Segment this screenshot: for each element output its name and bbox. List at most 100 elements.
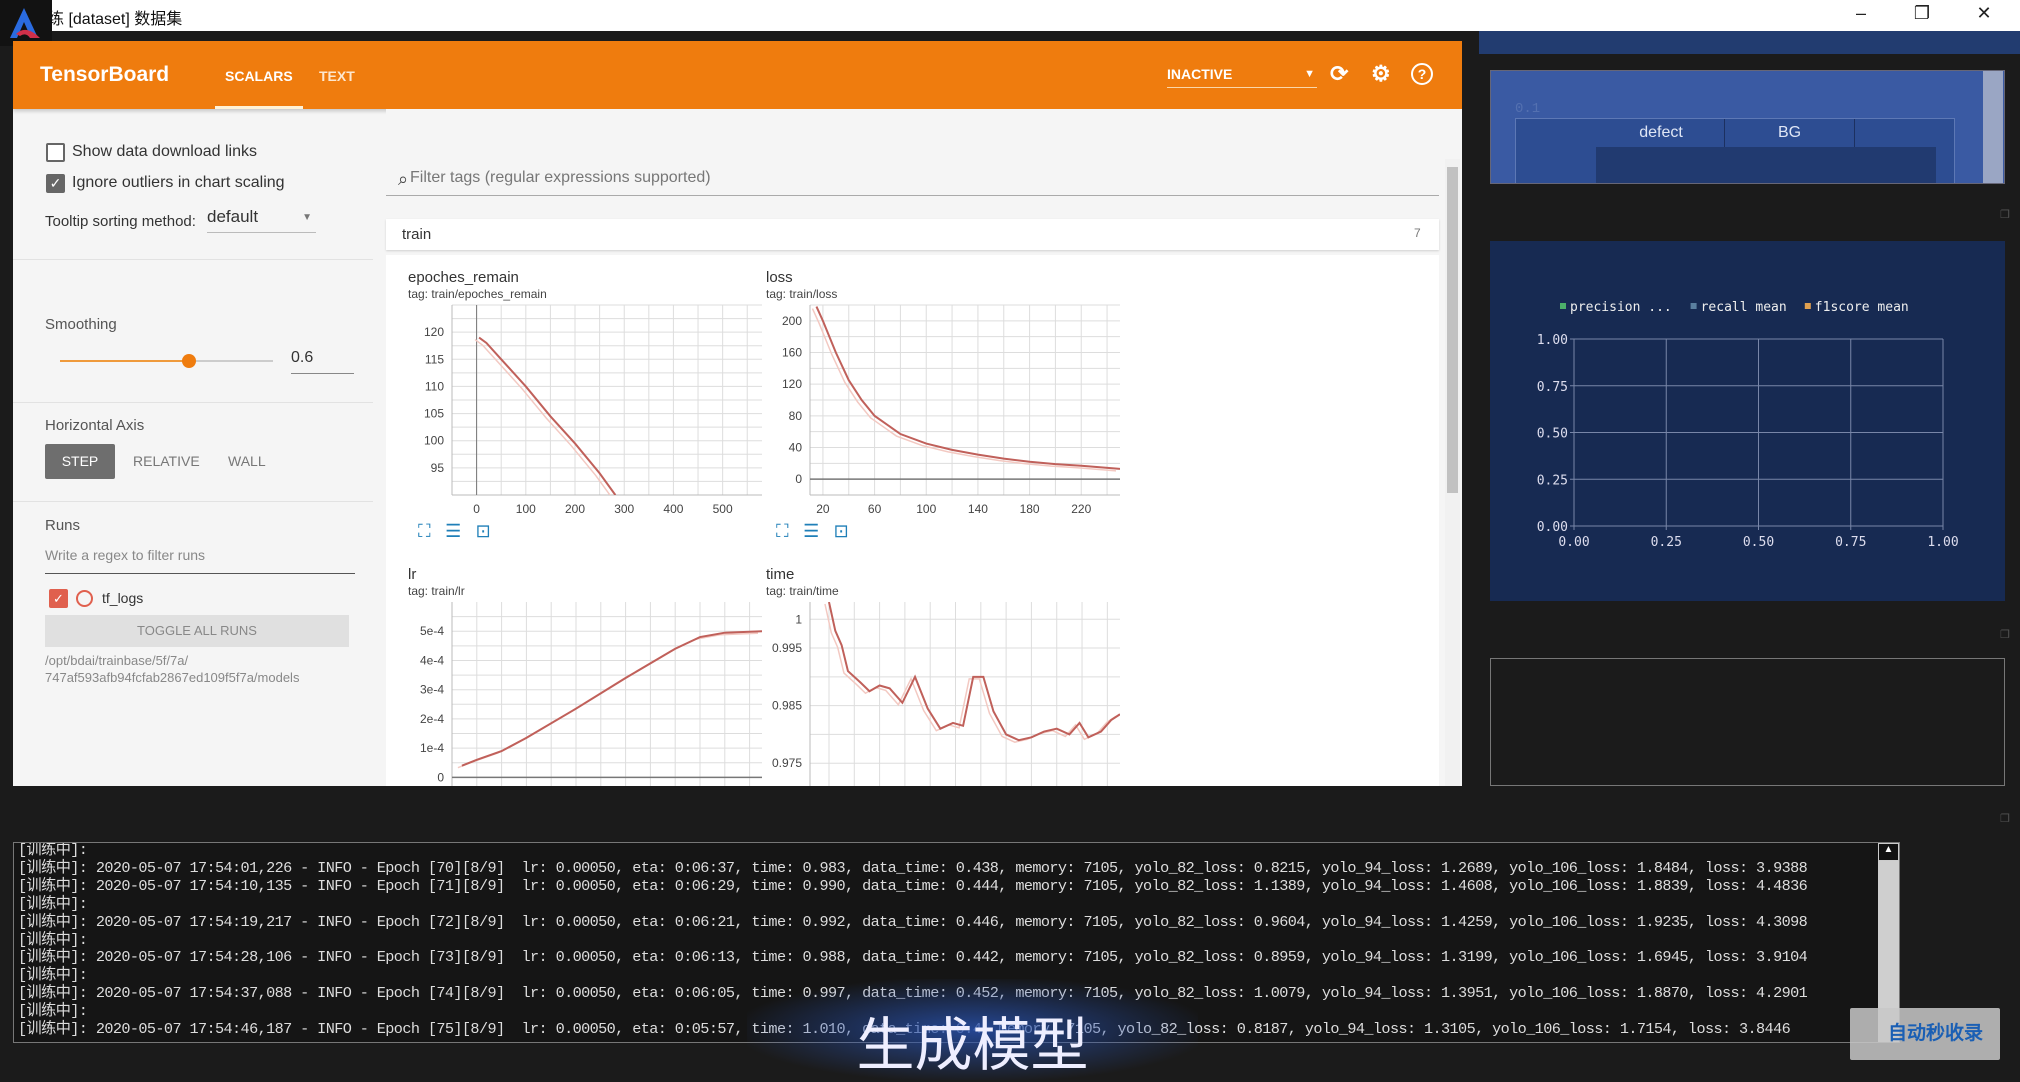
gear-icon[interactable]: ⚙ [1371, 61, 1391, 87]
x-tick-label: 0.25 [1651, 535, 1682, 550]
divider [13, 402, 373, 403]
log-line: [训练中]: 2020-05-07 17:54:28,106 - INFO - … [18, 948, 1808, 967]
smoothing-slider[interactable] [60, 354, 273, 368]
restore-button[interactable]: ❐ [1907, 3, 1937, 24]
app-logo [0, 0, 52, 46]
raw-series-line [811, 308, 1117, 472]
scrollbar[interactable] [1983, 71, 2003, 183]
toggle-all-runs-button[interactable]: TOGGLE ALL RUNS [45, 615, 349, 647]
axis-wall-button[interactable]: WALL [228, 444, 266, 479]
run-checkbox[interactable]: ✓ [49, 589, 68, 608]
window-title-bar: 练 [dataset] 数据集 – ❐ ✕ [0, 0, 2020, 31]
y-tick-label: 0.75 [1537, 380, 1568, 395]
y-tick-label: 2e-4 [420, 712, 444, 726]
help-icon[interactable]: ? [1411, 63, 1433, 85]
close-button[interactable]: ✕ [1969, 3, 1999, 24]
refresh-icon[interactable]: ⟳ [1330, 61, 1348, 87]
x-tick-label: 0.50 [1743, 535, 1774, 550]
line-chart: 0 100 200 300 400 500 95 100 105 110 115 120 [424, 304, 762, 516]
raw-series-line [457, 632, 759, 769]
tab-text[interactable]: TEXT [319, 68, 355, 84]
legend-entry: precision ... [1570, 300, 1672, 315]
select-value: default [207, 207, 259, 226]
y-tick-label: 4e-4 [420, 653, 444, 667]
restore-panel-icon[interactable]: ❐ [2000, 812, 2010, 825]
legend-swatch [1560, 303, 1566, 309]
x-tick-label: 60 [868, 502, 882, 516]
run-color-radio[interactable] [76, 590, 93, 607]
legend-entry: recall mean [1701, 300, 1787, 315]
chevron-down-icon: ▼ [302, 212, 312, 223]
series-line [815, 306, 1120, 470]
y-tick-label: 0.00 [1537, 520, 1568, 535]
tab-scalars[interactable]: SCALARS [225, 68, 293, 84]
x-tick-label: 300 [614, 502, 634, 516]
fullscreen-icon[interactable]: ⛶ [418, 521, 431, 541]
x-tick-label: 180 [1020, 502, 1040, 516]
divider [13, 501, 373, 502]
tag-filter-input[interactable]: Filter tags (regular expressions support… [410, 169, 1430, 193]
slider-thumb[interactable] [182, 354, 196, 368]
y-tick-label: 1.00 [1537, 333, 1568, 348]
minimize-button[interactable]: – [1846, 3, 1876, 24]
sidebar: Show data download links ✓ Ignore outlie… [13, 109, 386, 786]
metrics-chart-panel: 0.00 0.25 0.50 0.75 1.00 0.00 0.25 0.50 0.75 1.00… [1490, 241, 2005, 601]
ignore-outliers-label: Ignore outliers in chart scaling [72, 174, 285, 191]
data-table-icon[interactable]: ☰ [445, 521, 461, 541]
window-title: 练 [dataset] 数据集 [48, 11, 183, 28]
placeholder: Write a regex to filter runs [45, 547, 206, 563]
y-tick-label: 160 [782, 346, 802, 360]
ignore-outliers-checkbox[interactable]: ✓ [46, 174, 65, 193]
watermark-logo: 自动秒收录 [1850, 1008, 2000, 1060]
y-tick-label: 0.985 [772, 699, 802, 713]
tag-group-header[interactable]: train 7 [386, 219, 1439, 250]
y-tick-label: 80 [789, 409, 803, 423]
chart-title: epoches_remain [408, 269, 519, 286]
table-header-defect: defect [1598, 119, 1725, 147]
run-path-line2: 747af593afb94fcfab2867ed109f5f7a/models [45, 670, 300, 685]
restore-panel-icon[interactable]: ❐ [2000, 628, 2010, 641]
axis-relative-button[interactable]: RELATIVE [133, 444, 200, 479]
x-tick-label: 0.75 [1835, 535, 1866, 550]
y-tick-label: 1 [795, 612, 802, 626]
legend-entry: f1score mean [1815, 300, 1909, 315]
group-count: 7 [1414, 226, 1421, 240]
y-tick-label: 120 [782, 377, 802, 391]
series-line [478, 336, 617, 495]
metrics-chart: 0.00 0.25 0.50 0.75 1.00 0.00 0.25 0.50 0.75 1.00… [1537, 300, 1959, 550]
y-tick-label: 0.50 [1537, 427, 1568, 442]
chart-card: lr tag: train/lr 20 60 100 140 180 220 0 1e-4 2e-4… [408, 566, 766, 786]
raw-series-line [474, 338, 611, 495]
show-download-links-checkbox[interactable] [46, 143, 65, 162]
scrollbar-thumb[interactable] [1447, 167, 1458, 493]
y-tick-label: 105 [424, 407, 444, 421]
tensorboard-window: TensorBoard SCALARS TEXT INACTIVE ▼ ⟳ ⚙ ?… [13, 41, 1462, 786]
axis-step-button[interactable]: STEP [45, 444, 115, 479]
y-tick-label: 120 [424, 325, 444, 339]
fit-domain-icon[interactable]: ⊡ [476, 521, 491, 541]
x-tick-label: 140 [968, 502, 988, 516]
inactive-dashboards-select[interactable]: INACTIVE ▼ [1167, 66, 1317, 88]
scroll-up-icon[interactable]: ▲ [1878, 843, 1899, 861]
smoothing-value-input[interactable]: 0.6 [291, 349, 354, 374]
x-tick-label: 100 [516, 502, 536, 516]
runs-filter-input[interactable]: Write a regex to filter runs [45, 547, 355, 574]
tooltip-sort-label: Tooltip sorting method: [45, 213, 196, 230]
fit-domain-icon[interactable]: ⊡ [834, 521, 849, 541]
group-name: train [402, 226, 432, 243]
data-table-icon[interactable]: ☰ [803, 521, 819, 541]
y-tick-label: 200 [782, 314, 802, 328]
x-tick-label: 400 [663, 502, 683, 516]
fullscreen-icon[interactable]: ⛶ [776, 521, 789, 541]
restore-panel-icon[interactable]: ❐ [2000, 208, 2010, 221]
metrics-table: defect BG [1515, 118, 1955, 183]
y-tick-label: 0 [795, 472, 802, 486]
video-subtitle: 生成模型 [856, 1011, 1089, 1079]
chart-card: loss tag: train/loss 20 60 100 140 180 220 0 40 80… [766, 269, 1124, 549]
smoothing-label: Smoothing [45, 316, 117, 333]
y-tick-label: 40 [789, 441, 803, 455]
tooltip-sort-select[interactable]: default ▼ [207, 207, 316, 233]
x-tick-label: 0 [473, 502, 480, 516]
x-tick-label: 200 [565, 502, 585, 516]
scrollbar[interactable] [1445, 159, 1460, 786]
